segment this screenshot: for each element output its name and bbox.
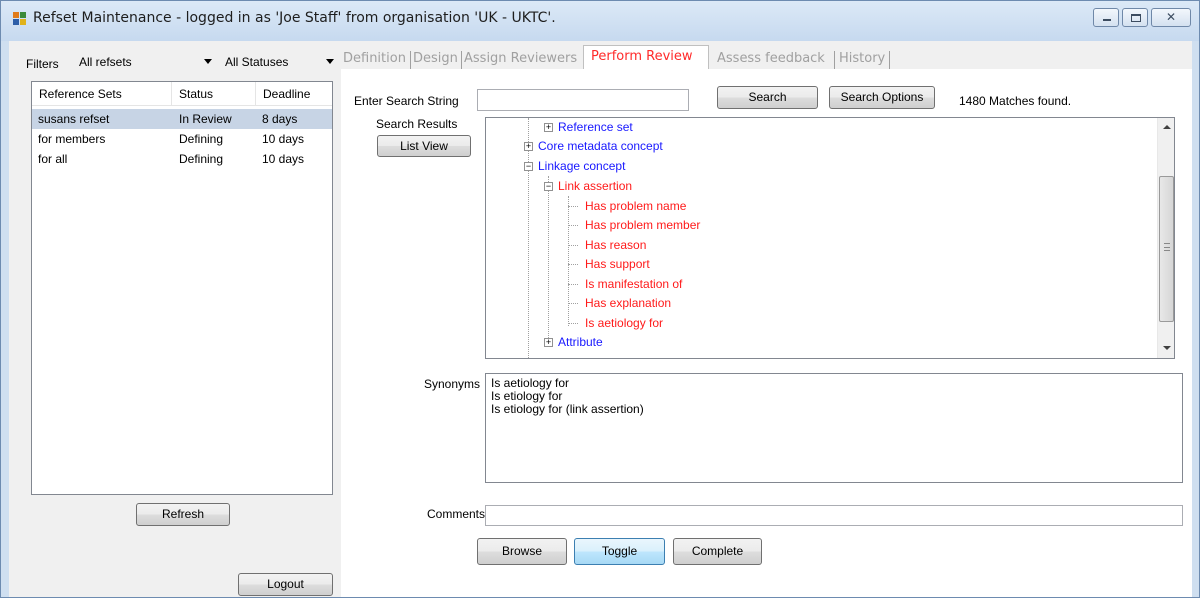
column-header-reference-sets[interactable]: Reference Sets (32, 82, 172, 106)
perform-review-panel: Enter Search String Search Search Option… (341, 69, 1192, 597)
minimize-icon (1103, 19, 1111, 21)
minimize-button[interactable] (1093, 8, 1119, 27)
tree-node[interactable]: Is manifestation of (585, 276, 682, 292)
refresh-button[interactable]: Refresh (136, 503, 230, 526)
tree-line (568, 264, 578, 265)
synonym-line: Is etiology for (link assertion) (491, 402, 644, 416)
window-title: Refset Maintenance - logged in as 'Joe S… (33, 10, 556, 26)
collapse-icon[interactable]: − (524, 162, 533, 171)
search-button[interactable]: Search (717, 86, 818, 109)
tab-history[interactable]: History (839, 51, 885, 66)
tree-node[interactable]: Has support (585, 256, 650, 272)
tab-assess-feedback[interactable]: Assess feedback (717, 51, 825, 66)
refset-deadline: 10 days (262, 132, 305, 146)
tree-node[interactable]: Attribute (558, 334, 603, 350)
status-filter-value: All Statuses (225, 55, 289, 69)
maximize-icon (1131, 14, 1141, 22)
tree-line (568, 196, 569, 326)
tab-perform-review[interactable]: Perform Review (591, 49, 693, 64)
tree-line (548, 176, 549, 346)
scroll-down-icon[interactable] (1163, 346, 1171, 350)
search-results-label: Search Results (376, 117, 458, 131)
scroll-up-icon[interactable] (1163, 125, 1171, 129)
tree-scrollbar[interactable] (1157, 118, 1174, 358)
synonyms-label: Synonyms (424, 377, 481, 391)
tree-line (528, 118, 529, 358)
tree-node[interactable]: Has explanation (585, 295, 671, 311)
refset-status: Defining (179, 132, 224, 146)
refset-deadline: 8 days (262, 112, 298, 126)
toggle-button[interactable]: Toggle (574, 538, 665, 565)
tab-definition[interactable]: Definition (343, 51, 406, 66)
tab-separator (410, 51, 411, 69)
tree-node[interactable]: Core metadata concept (538, 138, 663, 154)
column-header-deadline[interactable]: Deadline (256, 82, 332, 106)
app-icon (13, 12, 27, 26)
refset-filter-value: All refsets (79, 55, 132, 69)
refset-listview[interactable]: Reference Sets Status Deadline susans re… (31, 81, 333, 495)
tree-node[interactable]: Has reason (585, 237, 646, 253)
logout-button[interactable]: Logout (238, 573, 333, 596)
synonym-line: Is aetiology for (491, 376, 570, 390)
tree-node[interactable]: Is aetiology for (585, 315, 663, 331)
tree-node[interactable]: Has problem member (585, 217, 700, 233)
refset-status: In Review (179, 112, 232, 126)
chevron-down-icon (204, 59, 212, 64)
tab-separator (889, 51, 890, 69)
expand-icon[interactable]: + (544, 338, 553, 347)
refset-filter-select[interactable]: All refsets (75, 52, 215, 72)
matches-count: 1480 Matches found. (959, 94, 1072, 108)
search-string-label: Enter Search String (354, 94, 459, 108)
refset-name: susans refset (38, 112, 110, 126)
refset-deadline: 10 days (262, 152, 305, 166)
title-bar[interactable]: Refset Maintenance - logged in as 'Joe S… (1, 1, 1199, 41)
refset-name: for all (38, 152, 68, 166)
filters-label: Filters (26, 57, 59, 71)
tab-separator (834, 51, 835, 69)
table-row[interactable]: for members Defining 10 days (32, 129, 332, 149)
complete-button[interactable]: Complete (673, 538, 762, 565)
app-window: Refset Maintenance - logged in as 'Joe S… (0, 0, 1200, 598)
column-header-status[interactable]: Status (172, 82, 256, 106)
tree-line (568, 225, 578, 226)
client-area: Filters All refsets All Statuses Definit… (9, 41, 1192, 597)
tree-line (568, 323, 578, 324)
tree-node[interactable]: Link assertion (558, 178, 632, 194)
close-button[interactable]: ✕ (1151, 8, 1191, 27)
browse-button[interactable]: Browse (477, 538, 567, 565)
collapse-icon[interactable]: − (544, 182, 553, 191)
tree-node[interactable]: Has problem name (585, 198, 686, 214)
search-results-tree[interactable]: + Reference set + Core metadata concept … (485, 117, 1175, 359)
tab-design[interactable]: Design (413, 51, 458, 66)
comments-label: Comments (427, 507, 486, 521)
tree-line (568, 284, 578, 285)
synonyms-textbox[interactable]: Is aetiology for Is etiology for Is etio… (485, 373, 1183, 483)
search-input[interactable] (477, 89, 689, 111)
grip-icon (1164, 243, 1170, 251)
tree-line (568, 303, 578, 304)
search-options-button[interactable]: Search Options (829, 86, 935, 109)
tree-node[interactable]: Linkage concept (538, 158, 625, 174)
scroll-thumb[interactable] (1159, 176, 1174, 322)
refset-name: for members (38, 132, 106, 146)
close-icon: ✕ (1165, 10, 1177, 24)
table-row[interactable]: for all Defining 10 days (32, 149, 332, 169)
expand-icon[interactable]: + (524, 142, 533, 151)
comments-input[interactable] (485, 505, 1183, 526)
chevron-down-icon (326, 59, 334, 64)
tree-line (568, 245, 578, 246)
listview-header: Reference Sets Status Deadline (32, 82, 332, 106)
refset-status: Defining (179, 152, 224, 166)
tab-assign-reviewers[interactable]: Assign Reviewers (464, 51, 577, 66)
list-view-button[interactable]: List View (377, 135, 471, 157)
maximize-button[interactable] (1122, 8, 1148, 27)
expand-icon[interactable]: + (544, 123, 553, 132)
tab-separator (461, 51, 462, 69)
tree-node[interactable]: Reference set (558, 119, 633, 135)
status-filter-select[interactable]: All Statuses (221, 52, 337, 72)
table-row[interactable]: susans refset In Review 8 days (32, 109, 332, 129)
tree-line (568, 206, 578, 207)
